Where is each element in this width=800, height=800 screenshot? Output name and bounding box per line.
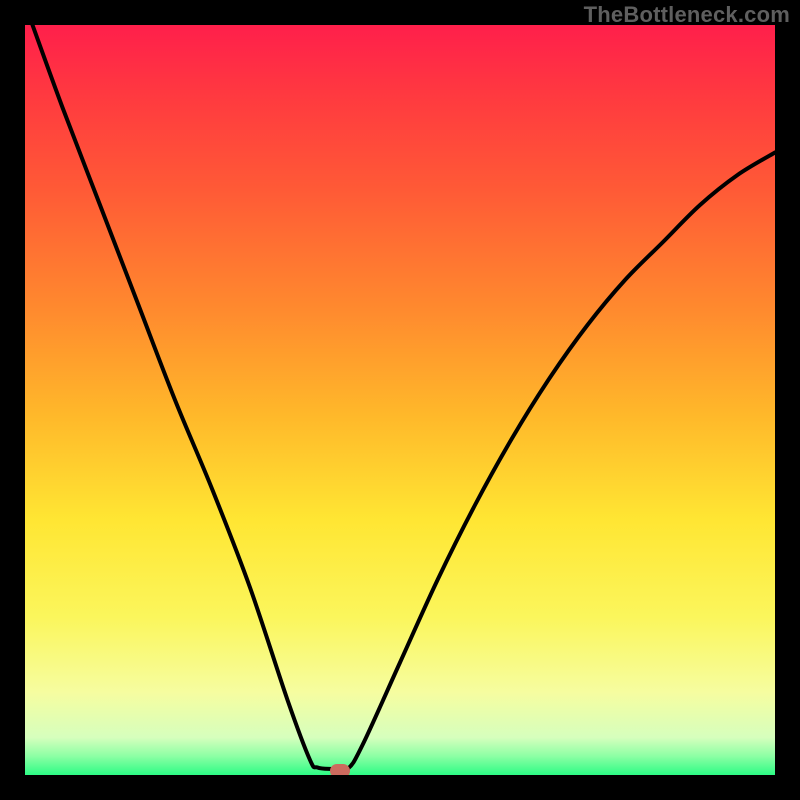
bottleneck-curve	[25, 25, 775, 775]
chart-frame: TheBottleneck.com	[0, 0, 800, 800]
minimum-marker	[330, 764, 350, 775]
plot-area	[25, 25, 775, 775]
